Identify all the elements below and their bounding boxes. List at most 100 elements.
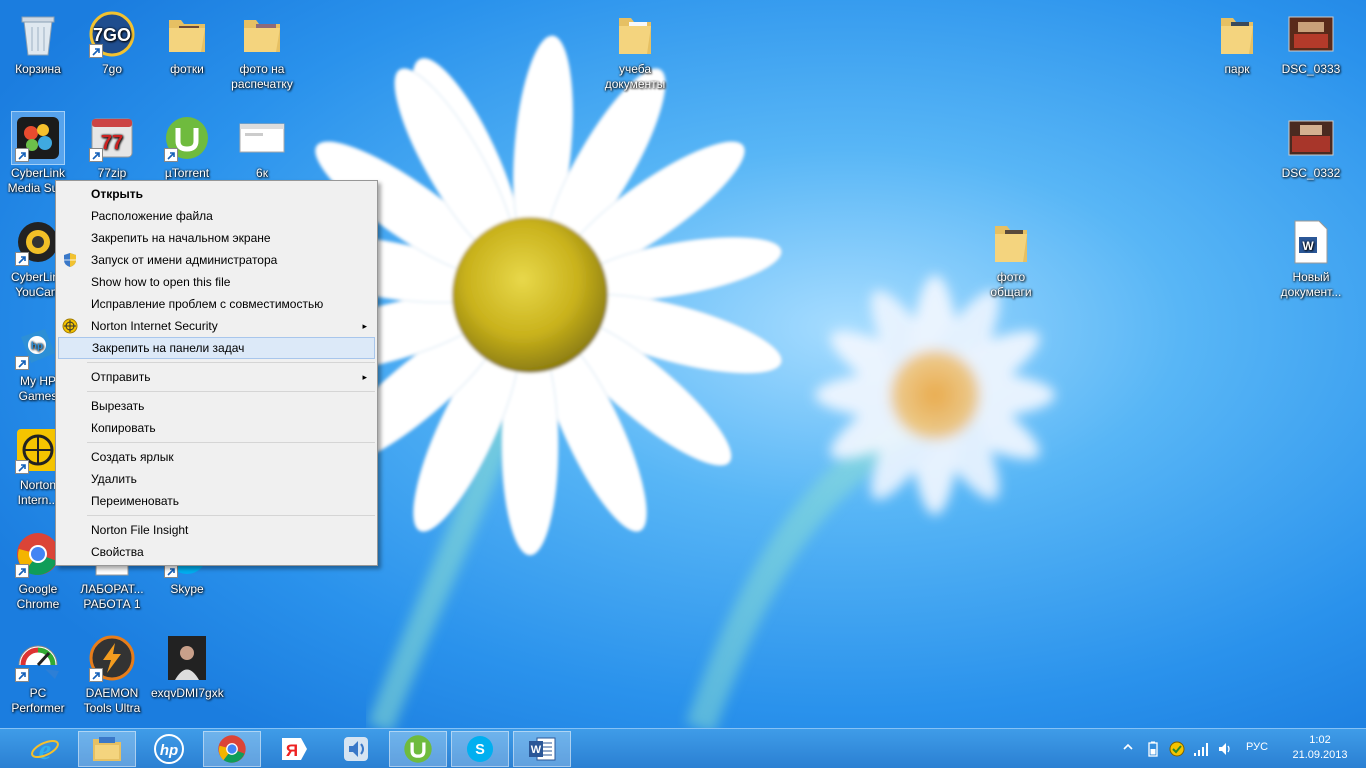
77zip-icon: 77	[86, 112, 138, 164]
svg-text:77: 77	[101, 132, 123, 154]
clock[interactable]: 1:02 21.09.2013	[1280, 733, 1360, 763]
shortcut-arrow-icon	[89, 44, 103, 58]
svg-text:hp: hp	[31, 341, 43, 352]
menu-item-label: Свойства	[91, 545, 144, 559]
svg-text:e: e	[39, 735, 51, 764]
shortcut-arrow-icon	[15, 356, 29, 370]
desktop-icon-77zip[interactable]: 77 77zip	[74, 110, 150, 181]
shortcut-arrow-icon	[15, 252, 29, 266]
menu-item-open[interactable]: Открыть	[58, 183, 375, 205]
context-menu: Открыть Расположение файла Закрепить на …	[55, 180, 378, 566]
taskbar-button-internet-explorer[interactable]: e	[16, 731, 74, 767]
clock-date: 21.09.2013	[1292, 749, 1348, 761]
desktop-icon-pc-performer[interactable]: PC Performer	[0, 630, 76, 716]
desktop-icon-utorrent[interactable]: µTorrent	[149, 110, 225, 181]
uac-shield-icon	[62, 252, 78, 268]
menu-item-troubleshoot-compatibility[interactable]: Исправление проблем с совместимостью	[58, 293, 375, 315]
desktop-icon-fotki[interactable]: фотки	[149, 6, 225, 77]
desktop-icon-label: фото на распечатку	[231, 62, 293, 91]
taskbar-button-hp[interactable]: hp	[140, 731, 198, 767]
menu-item-send-to[interactable]: Отправить ▸	[58, 366, 375, 388]
desktop-icon-exqvdmi7gxk[interactable]: exqvDMI7gxk	[149, 630, 225, 701]
menu-item-pin-to-taskbar[interactable]: Закрепить на панели задач	[58, 337, 375, 359]
desktop-icon-label: фото общаги	[990, 270, 1032, 299]
menu-item-pin-to-start[interactable]: Закрепить на начальном экране	[58, 227, 375, 249]
menu-item-run-as-admin[interactable]: Запуск от имени администратора	[58, 249, 375, 271]
menu-item-properties[interactable]: Свойства	[58, 541, 375, 563]
menu-separator	[87, 442, 375, 443]
chrome-icon	[218, 735, 246, 763]
desktop-icon-label: Skype	[170, 582, 204, 596]
menu-item-label: Norton File Insight	[91, 523, 189, 537]
submenu-arrow-icon: ▸	[362, 321, 367, 331]
menu-item-norton-internet-security[interactable]: Norton Internet Security ▸	[58, 315, 375, 337]
desktop-icon-novyi-dokument[interactable]: W Новый документ...	[1273, 214, 1349, 300]
menu-item-norton-file-insight[interactable]: Norton File Insight	[58, 519, 375, 541]
svg-text:S: S	[475, 742, 485, 758]
svg-text:W: W	[1302, 239, 1314, 253]
word-icon: W	[529, 737, 556, 761]
menu-item-file-location[interactable]: Расположение файла	[58, 205, 375, 227]
cyberlink-icon	[11, 111, 65, 165]
desktop-icon-7go[interactable]: 7GO 7go	[74, 6, 150, 77]
network-signal-icon[interactable]	[1193, 741, 1209, 757]
desktop-icon-dsc-0332[interactable]: DSC_0332	[1273, 110, 1349, 181]
taskbar-button-chrome[interactable]	[203, 731, 261, 767]
taskbar-button-word[interactable]: W	[513, 731, 571, 767]
desktop-icon-label: учеба документы	[604, 62, 666, 91]
desktop-icon-label: DAEMON Tools Ultra	[83, 686, 141, 715]
desktop-icon-ucheba-dokumenty[interactable]: учеба документы	[597, 6, 673, 92]
menu-item-show-how-to-open[interactable]: Show how to open this file	[58, 271, 375, 293]
shortcut-arrow-icon	[15, 460, 29, 474]
menu-item-label: Создать ярлык	[91, 450, 174, 464]
taskbar-button-speaker-app[interactable]	[327, 731, 385, 767]
image-icon	[1285, 8, 1337, 60]
battery-icon[interactable]	[1145, 741, 1161, 757]
menu-item-copy[interactable]: Копировать	[58, 417, 375, 439]
menu-item-label: Norton Internet Security	[91, 319, 218, 333]
svg-text:7GO: 7GO	[93, 25, 131, 45]
norton-tray-icon[interactable]	[1169, 741, 1185, 757]
desktop-icon-label: ЛАБОРАТ... РАБОТА 1	[80, 582, 144, 611]
shortcut-arrow-icon	[89, 148, 103, 162]
input-language-indicator[interactable]: РУС	[1246, 741, 1268, 753]
tray-expand-icon[interactable]	[1120, 741, 1136, 757]
hp-icon: hp	[154, 734, 184, 764]
menu-item-create-shortcut[interactable]: Создать ярлык	[58, 446, 375, 468]
utorrent-icon	[161, 112, 213, 164]
menu-item-label: Запуск от имени администратора	[91, 253, 278, 267]
internet-explorer-icon: e	[31, 735, 59, 764]
taskbar-button-skype[interactable]: S	[451, 731, 509, 767]
menu-item-delete[interactable]: Удалить	[58, 468, 375, 490]
desktop-icon-label: 7go	[101, 62, 123, 76]
desktop-icon-park[interactable]: парк	[1199, 6, 1275, 77]
desktop-icon-label: Google Chrome	[16, 582, 60, 611]
folder-icon	[236, 8, 288, 60]
menu-item-cut[interactable]: Вырезать	[58, 395, 375, 417]
desktop-icon-label: PC Performer	[11, 686, 65, 715]
desktop-icon-foto-obshchagi[interactable]: фото общаги	[973, 214, 1049, 300]
image-icon	[1285, 112, 1337, 164]
menu-item-rename[interactable]: Переименовать	[58, 490, 375, 512]
recycle-bin-icon	[12, 8, 64, 60]
speaker-app-icon	[344, 737, 368, 761]
desktop-icon-daemon-tools-ultra[interactable]: DAEMON Tools Ultra	[74, 630, 150, 716]
taskbar-button-yandex[interactable]: Я	[265, 731, 323, 767]
menu-item-label: Закрепить на начальном экране	[91, 231, 271, 245]
taskbar-button-utorrent[interactable]	[389, 731, 447, 767]
desktop-icon-label: DSC_0332	[1281, 166, 1341, 180]
photo-icon	[161, 632, 213, 684]
desktop-icon-dsc-0333[interactable]: DSC_0333	[1273, 6, 1349, 77]
file-explorer-icon	[93, 737, 121, 761]
desktop-icon-6k[interactable]: 6к	[224, 110, 300, 181]
desktop-icon-foto-na-raspechatku[interactable]: фото на распечатку	[224, 6, 300, 92]
menu-separator	[87, 391, 375, 392]
taskbar-button-file-explorer[interactable]	[78, 731, 136, 767]
desktop-icon-label: 77zip	[97, 166, 127, 180]
desktop-icon-recycle-bin[interactable]: Корзина	[0, 6, 76, 77]
menu-item-label: Копировать	[91, 421, 156, 435]
desktop-screen: Корзина 7GO 7go фотки фото на распечатку…	[0, 0, 1366, 768]
desktop-icon-label: Новый документ...	[1280, 270, 1342, 299]
desktop-icon-label: Корзина	[15, 62, 61, 76]
volume-icon[interactable]	[1217, 741, 1233, 757]
